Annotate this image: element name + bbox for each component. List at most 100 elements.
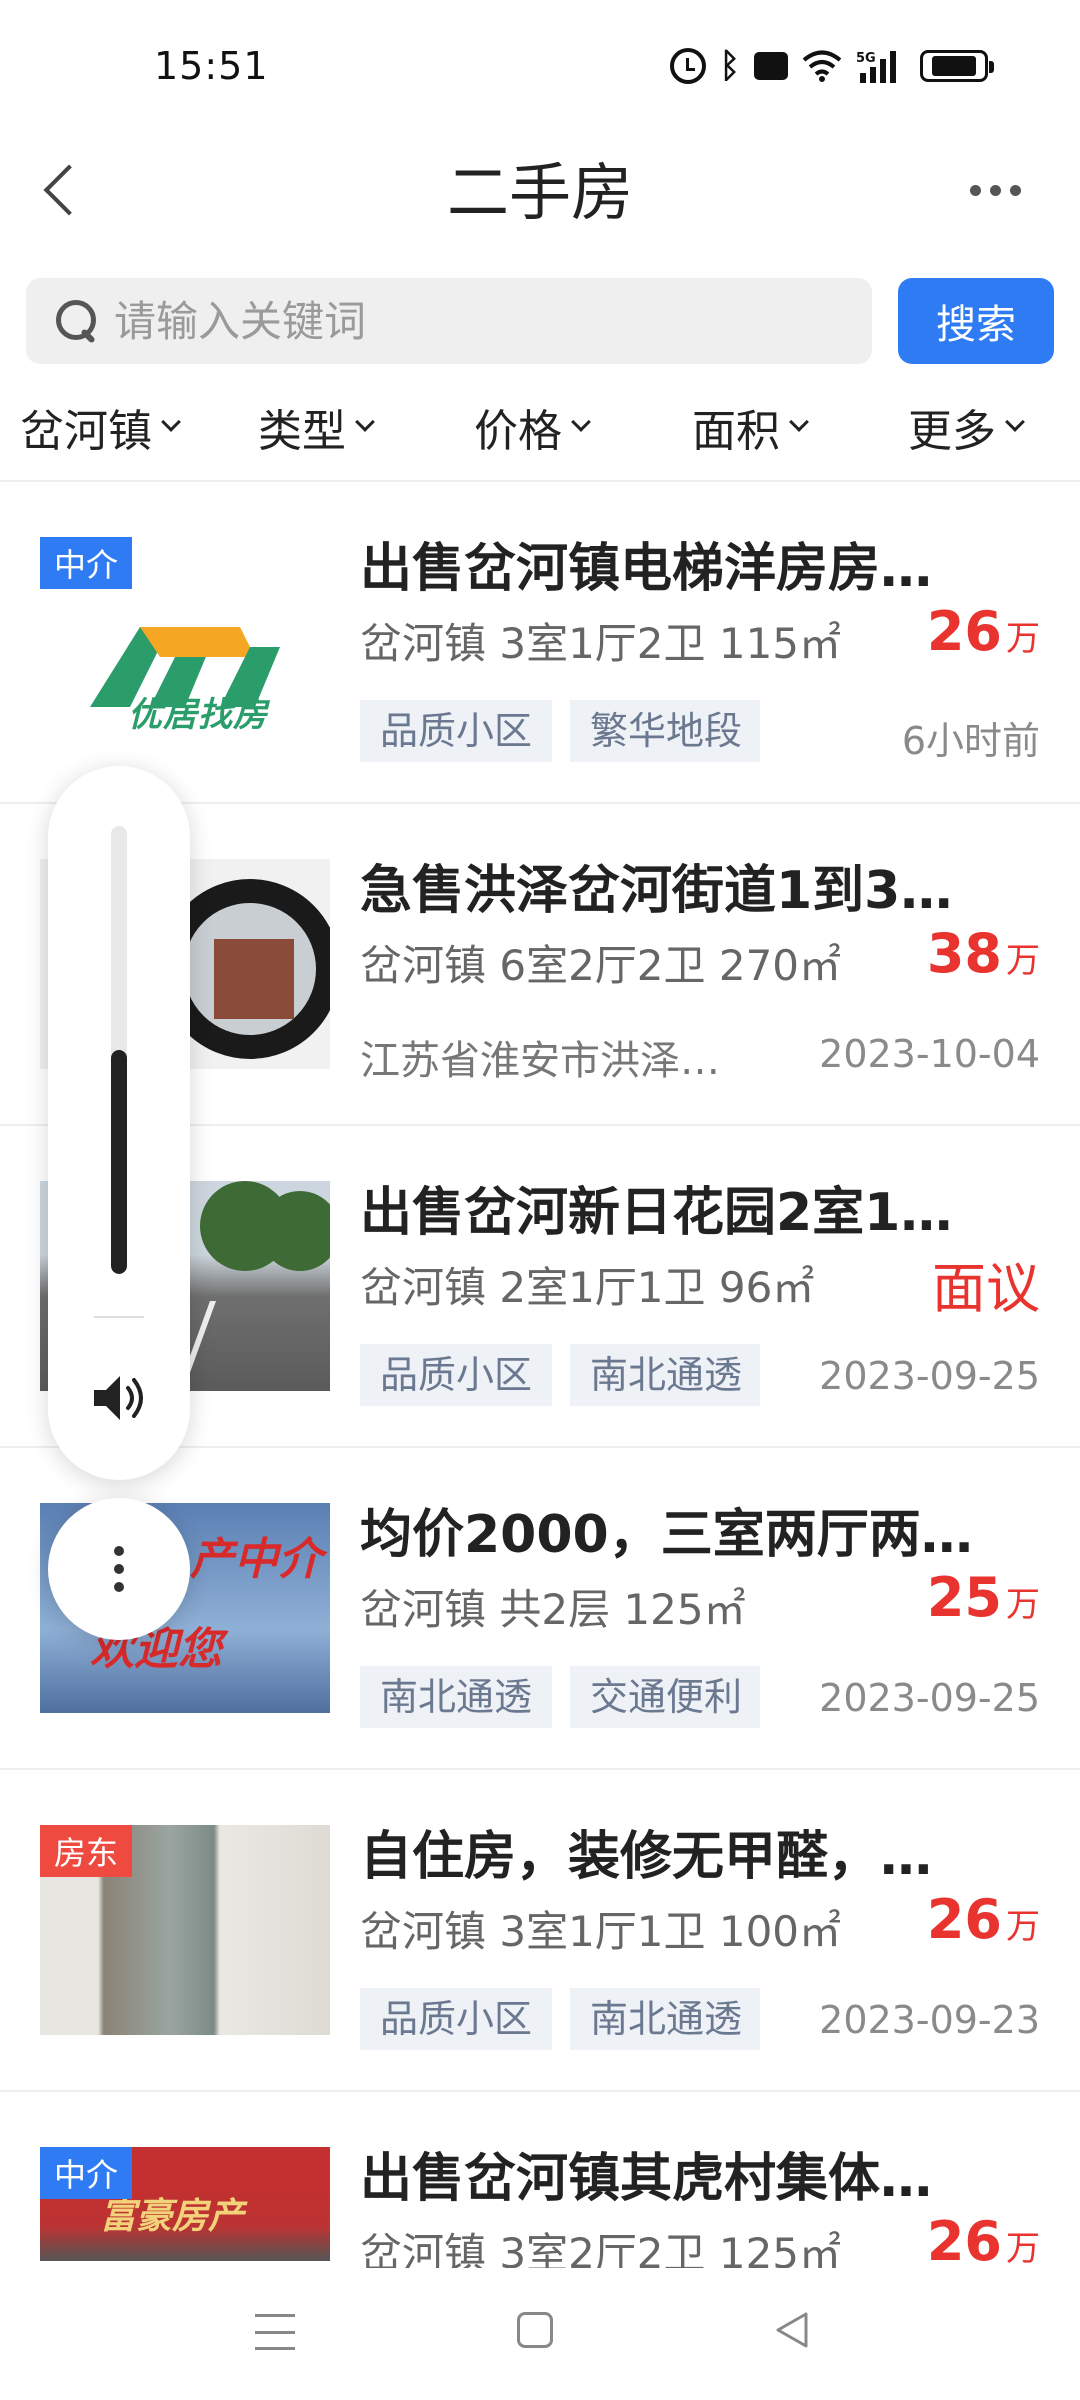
photo-detail [214, 939, 294, 1019]
listing-thumbnail: 房东 [40, 1825, 330, 2035]
menu-line [255, 2314, 295, 2317]
more-button[interactable] [950, 160, 1040, 220]
filter-label: 类型 [258, 406, 346, 457]
back-triangle-icon[interactable] [770, 2308, 814, 2352]
listing-address: 江苏省淮安市洪泽… [360, 1038, 720, 1084]
listing-meta: 岔河镇 6室2厅2卫 270㎡ [360, 941, 842, 990]
listing-date: 2023-09-25 [819, 1354, 1040, 1398]
listing-price: 26 万 [927, 1888, 1040, 1951]
listing-date: 2023-09-25 [819, 1676, 1040, 1720]
listing-title: 急售洪泽岔河街道1到3… [360, 861, 953, 921]
price-value: 38 [926, 922, 1002, 985]
tag: 南北通透 [570, 1344, 760, 1406]
agent-badge: 中介 [40, 537, 133, 589]
volume-slider[interactable] [111, 826, 127, 1274]
tag: 品质小区 [360, 700, 553, 762]
more-vertical-icon [114, 1546, 124, 1556]
listing-date: 6小时前 [901, 719, 1040, 763]
price-unit: 万 [1006, 941, 1040, 981]
listing-title: 出售岔河新日花园2室1… [360, 1183, 953, 1243]
filter-area[interactable]: 面积 [692, 382, 809, 472]
listing-item[interactable]: 中介 优居找房 出售岔河镇电梯洋房房… 岔河镇 3室1厅2卫 115㎡ 26 万 … [0, 482, 1080, 804]
price-value: 26 [926, 600, 1002, 663]
dot [1009, 184, 1021, 196]
title-bar: 二手房 [0, 130, 1080, 270]
volume-more-button[interactable] [48, 1498, 190, 1640]
system-nav-bar [0, 2268, 1080, 2400]
filter-price[interactable]: 价格 [474, 382, 591, 472]
filter-label: 价格 [474, 406, 562, 457]
bluetooth-icon: ᛒ [719, 46, 740, 86]
filter-more[interactable]: 更多 [908, 382, 1025, 472]
network-label: 5G [856, 51, 876, 66]
5g-signal-icon: 5G [856, 49, 906, 83]
page-title: 二手房 [446, 156, 633, 229]
price-unit: 万 [1006, 2229, 1040, 2269]
search-box[interactable] [26, 278, 872, 364]
price-value: 面议 [932, 1257, 1040, 1320]
search-row: 搜索 [26, 278, 1054, 364]
listing-thumbnail: 中介 富豪房产 [40, 2147, 330, 2261]
listing-meta: 岔河镇 2室1厅1卫 96㎡ [360, 1263, 815, 1312]
logo-text: 优居找房 [128, 695, 268, 735]
dot [114, 1564, 124, 1574]
price-unit: 万 [1006, 1907, 1040, 1947]
tag: 品质小区 [360, 1344, 553, 1406]
search-icon [54, 298, 100, 344]
menu-line [255, 2347, 295, 2350]
listing-price: 26 万 [927, 2210, 1040, 2273]
chevron-down-icon [571, 412, 591, 432]
listing-date: 2023-09-23 [819, 1998, 1040, 2042]
more-horizontal-icon [969, 184, 981, 196]
tag: 繁华地段 [570, 700, 760, 762]
hd-icon: HD [754, 52, 788, 80]
owner-badge: 房东 [40, 1825, 133, 1877]
menu-line [255, 2330, 295, 2334]
listing-price: 38 万 [927, 922, 1040, 985]
price-value: 25 [926, 1566, 1002, 1629]
listing-title: 均价2000，三室两厅两… [360, 1505, 973, 1565]
filter-label: 岔河镇 [20, 406, 152, 457]
listing-item[interactable]: 房东 自住房，装修无甲醛，… 岔河镇 3室1厅1卫 100㎡ 26 万 品质小区南… [0, 1770, 1080, 2092]
chevron-down-icon [1005, 412, 1025, 432]
tag: 南北通透 [360, 1666, 553, 1728]
menu-icon[interactable] [255, 2314, 295, 2350]
listing-title: 出售岔河镇其虎村集体… [360, 2149, 933, 2209]
agent-badge: 中介 [40, 2147, 133, 2199]
filter-location[interactable]: 岔河镇 [20, 382, 181, 472]
filter-label: 面积 [692, 406, 780, 457]
dot [989, 184, 1001, 196]
battery-fill [931, 56, 977, 76]
listing-meta: 岔河镇 3室1厅1卫 100㎡ [360, 1907, 842, 1956]
tag-list: 品质小区 南北通透 [360, 1344, 760, 1406]
filter-label: 更多 [908, 406, 996, 457]
status-bar: 15:51 ᛒ HD 5G [0, 0, 1080, 130]
banner-text: 产中介 [190, 1534, 322, 1585]
battery-icon [920, 50, 994, 82]
chevron-down-icon [161, 412, 181, 432]
listing-meta: 岔河镇 共2层 125㎡ [360, 1585, 746, 1634]
home-square-icon[interactable] [517, 2312, 553, 2348]
tag: 交通便利 [570, 1666, 760, 1728]
status-time: 15:51 [154, 44, 269, 88]
alarm-icon [669, 48, 706, 84]
price-value: 26 [926, 2210, 1002, 2273]
speaker-icon[interactable] [90, 1370, 150, 1426]
divider [94, 1316, 144, 1318]
listing-price: 面议 [932, 1244, 1040, 1323]
photo-tree [260, 1191, 330, 1271]
tag: 品质小区 [360, 1988, 553, 2050]
dot [114, 1582, 124, 1592]
tag-list: 南北通透 交通便利 [360, 1666, 760, 1728]
listing-meta: 岔河镇 3室1厅2卫 115㎡ [360, 619, 842, 668]
listing-thumbnail: 中介 优居找房 [40, 537, 330, 747]
listing-title: 自住房，装修无甲醛，… [360, 1827, 933, 1887]
filter-type[interactable]: 类型 [258, 382, 375, 472]
price-unit: 万 [1006, 619, 1040, 659]
search-input[interactable] [114, 296, 814, 346]
tag-list: 品质小区 南北通透 [360, 1988, 760, 2050]
search-button[interactable]: 搜索 [898, 278, 1054, 364]
price-value: 26 [926, 1888, 1002, 1951]
filter-bar: 岔河镇 类型 价格 面积 更多 [0, 382, 1080, 472]
tag: 南北通透 [570, 1988, 760, 2050]
